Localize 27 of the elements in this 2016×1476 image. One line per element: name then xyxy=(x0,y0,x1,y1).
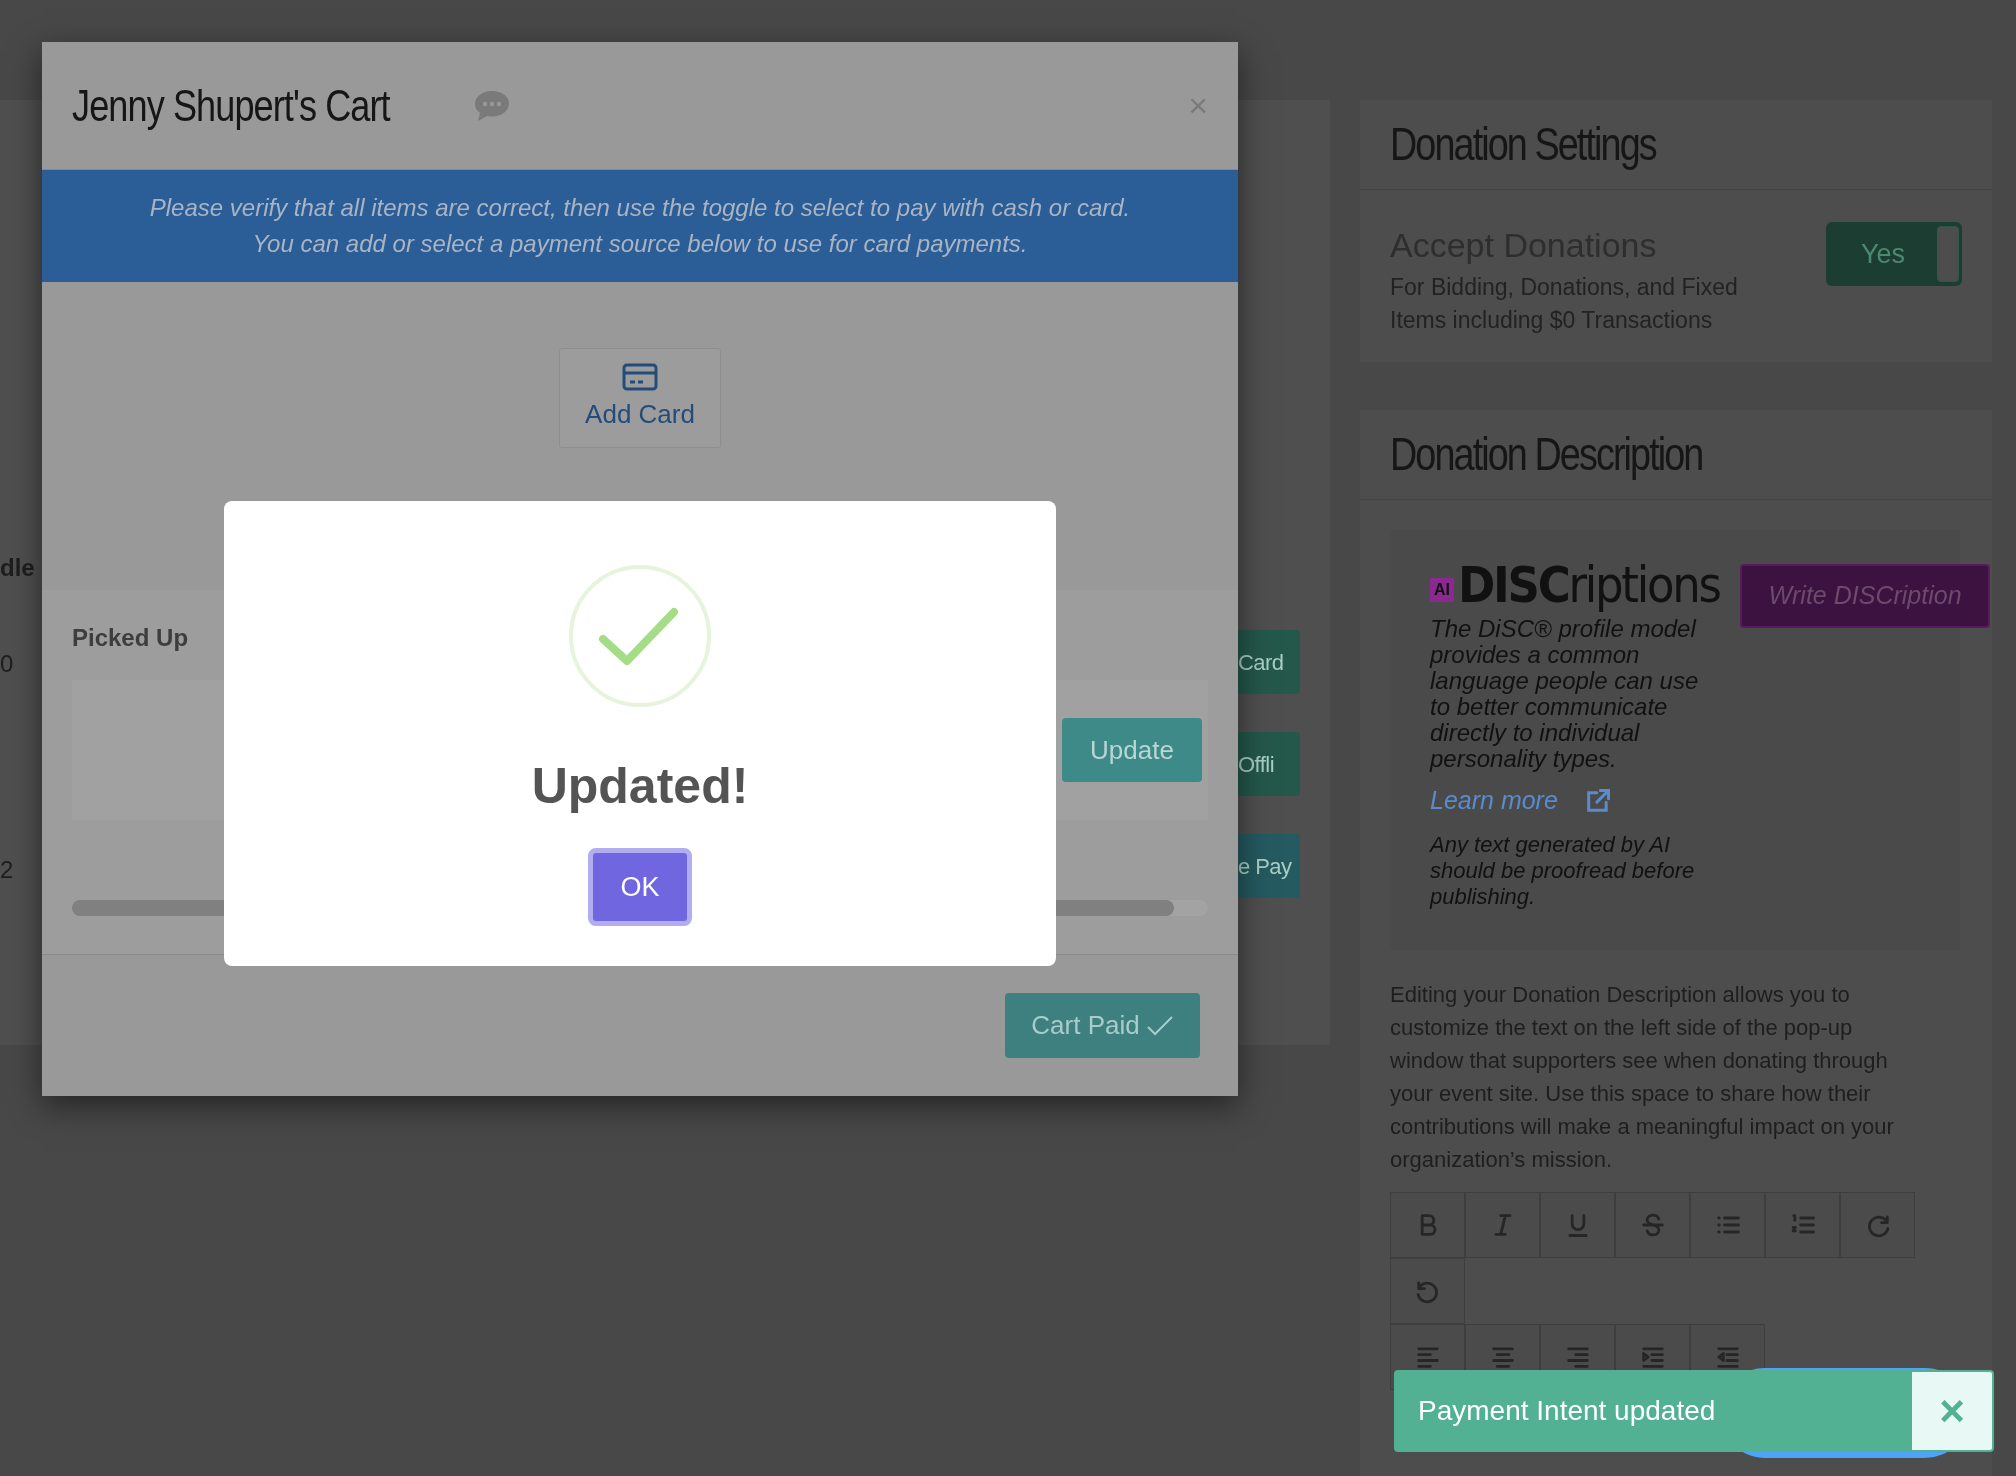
close-button[interactable]: × xyxy=(1188,80,1208,131)
button[interactable]: e Pay xyxy=(1238,834,1300,898)
card-title: Donation Description xyxy=(1390,427,1703,482)
cart-paid-button[interactable]: Cart Paid xyxy=(1005,993,1200,1058)
toast-message: Payment Intent updated xyxy=(1417,1394,1717,1428)
card-title: Donation Settings xyxy=(1390,117,1656,172)
ai-disclaimer: Any text generated by AI should be proofread before publishing. xyxy=(1430,831,1696,910)
dialog-title: Updated! xyxy=(531,757,749,816)
add-card-button[interactable]: Add Card xyxy=(559,348,721,448)
learn-more-link[interactable]: Learn more xyxy=(1430,782,1558,820)
toggle-switch[interactable]: Yes xyxy=(1826,222,1962,286)
ai-badge: AI xyxy=(1430,578,1454,602)
discriptions-text: The DiSC® profile model provides a common language people can use to better communicate directly to individual personality types. xyxy=(1430,616,1700,772)
write-discription-button[interactable]: Write DISCription xyxy=(1740,564,1990,628)
picked-up-label: Picked Up xyxy=(72,623,190,653)
discriptions-logo: DISCriptions xyxy=(1458,560,1720,610)
checkmark-icon xyxy=(1145,1014,1174,1037)
success-check-icon xyxy=(567,563,713,709)
ok-button[interactable]: OK xyxy=(588,848,692,926)
update-button[interactable]: Update xyxy=(1062,718,1202,782)
button[interactable]: Offli xyxy=(1238,732,1300,796)
banner-text: You can add or select a payment source below to use for card payments. xyxy=(252,229,1028,259)
modal-title: Jenny Shupert's Cart xyxy=(72,79,392,132)
credit-card-icon xyxy=(622,362,658,391)
close-button[interactable]: × xyxy=(1912,1372,1992,1450)
button[interactable]: Card xyxy=(1238,630,1300,694)
banner-text: Please verify that all items are correct, then use the toggle to select to pay with cash or card. xyxy=(149,193,1131,223)
